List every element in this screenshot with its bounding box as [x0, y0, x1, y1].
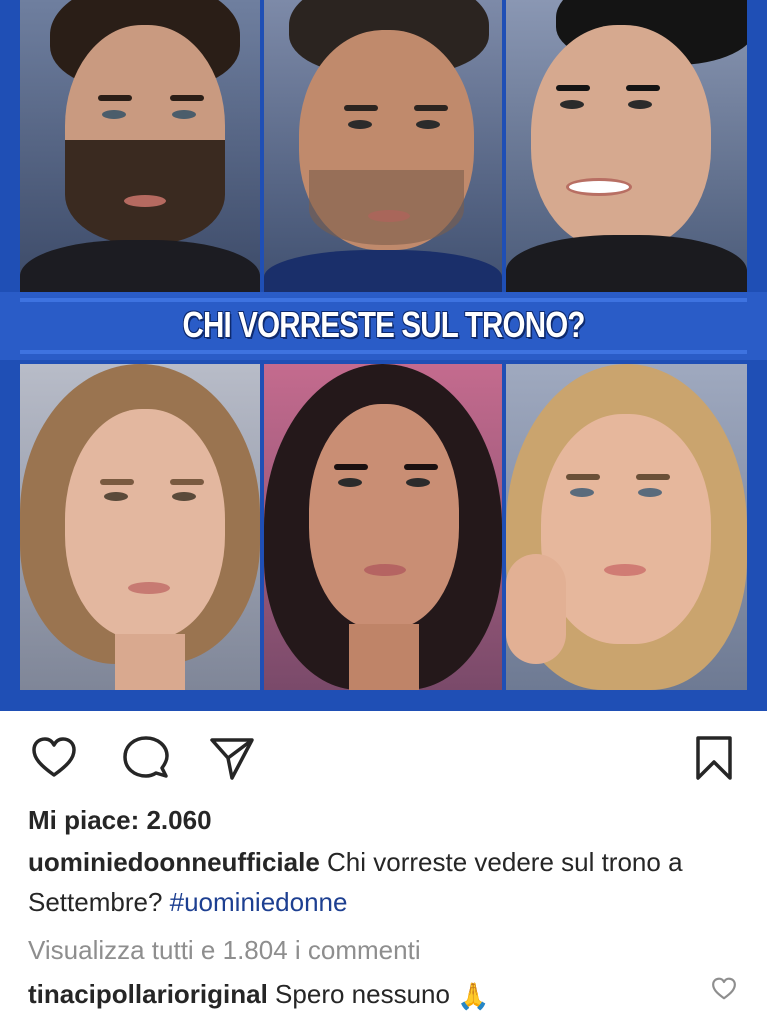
- contestant-photo-1: [20, 0, 260, 292]
- likes-count[interactable]: Mi piace: 2.060: [28, 800, 739, 840]
- contestant-photo-6: [506, 364, 747, 690]
- heart-icon[interactable]: [30, 734, 78, 782]
- post-caption: uominiedoonneufficiale Chi vorreste vede…: [28, 842, 739, 922]
- contestant-photo-3: [506, 0, 747, 292]
- contestant-photo-4: [20, 364, 260, 690]
- comment-username[interactable]: tinacipollarioriginal: [28, 979, 268, 1009]
- post-image[interactable]: CHI VORRESTE SUL TRONO?: [0, 0, 767, 711]
- view-comments-label: Visualizza tutti e 1.804 i commenti: [28, 935, 421, 965]
- likes-label: Mi piace: 2.060: [28, 805, 212, 835]
- headline-text: CHI VORRESTE SUL TRONO?: [182, 304, 585, 345]
- comment-icon[interactable]: [122, 734, 170, 782]
- headline-banner: CHI VORRESTE SUL TRONO?: [0, 292, 767, 360]
- caption-username[interactable]: uominiedoonneufficiale: [28, 847, 320, 877]
- comment-row: tinacipollarioriginal Spero nessuno 🙏: [28, 974, 697, 1016]
- comment-text: Spero nessuno: [267, 979, 458, 1009]
- view-all-comments-link[interactable]: Visualizza tutti e 1.804 i commenti: [28, 930, 739, 970]
- contestant-photo-2: [264, 0, 502, 292]
- send-icon[interactable]: [208, 734, 256, 782]
- comment-heart-icon[interactable]: [711, 976, 737, 1002]
- praying-hands-emoji: 🙏: [457, 981, 490, 1012]
- post-actions: [0, 722, 767, 792]
- bookmark-icon[interactable]: [690, 734, 738, 782]
- caption-hashtag[interactable]: #uominiedonne: [170, 887, 348, 917]
- contestant-photo-5: [264, 364, 502, 690]
